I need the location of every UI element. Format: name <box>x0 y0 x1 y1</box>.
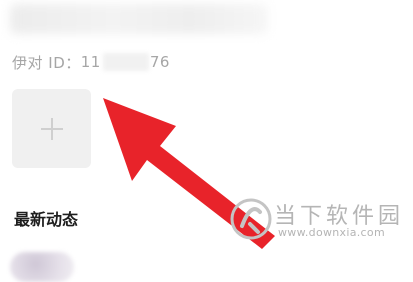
latest-feed-title: 最新动态 <box>14 210 79 229</box>
user-id-mask <box>102 53 149 71</box>
watermark-url: www.downxia.com <box>278 226 385 239</box>
user-id-row: 伊对 ID： 11 76 <box>12 52 170 72</box>
user-id-prefix: 11 <box>80 53 101 71</box>
avatar[interactable] <box>10 252 74 282</box>
user-id-suffix: 76 <box>149 53 170 71</box>
watermark-logo-icon <box>230 198 272 240</box>
watermark: 当下软件园 www.downxia.com <box>228 196 413 246</box>
user-id-label: 伊对 ID： <box>12 53 81 72</box>
blurred-nickname <box>10 4 268 34</box>
add-photo-button[interactable] <box>12 89 91 168</box>
plus-icon <box>40 117 63 140</box>
